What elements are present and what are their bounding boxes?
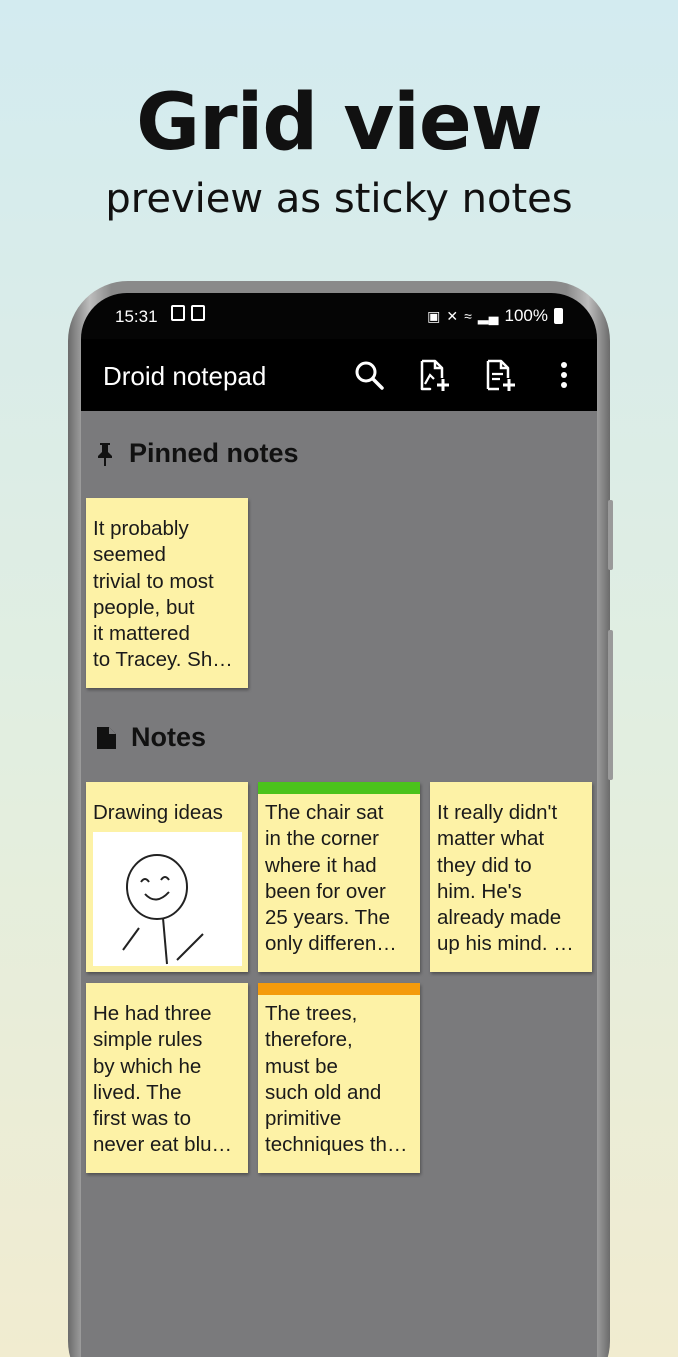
lock-icon: ▣ [427,307,441,324]
note-preview-text: Drawing ideas [93,801,223,824]
app-bar: Droid notepad [81,339,597,411]
note-card[interactable]: It really didn't matter what they did to… [430,782,592,972]
promo-subheadline: preview as sticky notes [105,176,573,222]
notes-section-header: Notes [95,722,206,753]
document-icon [97,726,116,749]
signal-icon: ▂▄ [477,307,499,324]
new-note-icon[interactable] [481,357,517,393]
note-preview-text: The trees, therefore, must be such old a… [265,1002,408,1157]
note-preview-text: It really didn't matter what they did to… [437,801,574,956]
note-card[interactable]: Drawing ideas [86,782,248,972]
wifi-icon: ≈ [464,308,472,324]
notes-section-title: Notes [131,722,207,752]
drawing-thumbnail [93,832,242,966]
pinned-note-card[interactable]: It probably seemed trivial to most peopl… [86,498,248,688]
pin-icon [98,442,112,466]
app-title: Droid notepad [103,361,267,391]
note-card[interactable]: The chair sat in the corner where it had… [258,782,420,972]
search-icon[interactable] [351,357,387,393]
new-drawing-icon[interactable] [415,357,451,393]
note-preview-text: It probably seemed trivial to most peopl… [93,517,233,672]
pinned-section-header: Pinned notes [95,438,299,469]
notification-icon [191,305,205,321]
pinned-section-title: Pinned notes [129,438,299,468]
battery-percent: 100% [504,306,548,325]
note-preview-text: He had three simple rules by which he li… [93,1002,233,1157]
mute-icon: ✕ [446,307,459,324]
phone-side-button [608,500,613,570]
overflow-menu-icon[interactable] [546,357,582,393]
phone-side-button [608,630,613,780]
note-preview-text: The chair sat in the corner where it had… [265,801,397,956]
note-card[interactable]: He had three simple rules by which he li… [86,983,248,1173]
promo-headline: Grid view [136,78,543,168]
status-time: 15:31 [115,307,158,326]
phone-screen: 15:31 ▣ ✕ ≈ ▂▄ 100% Droid notepad Pinned… [81,293,597,1357]
notification-icon [171,305,185,321]
note-color-tag [258,983,420,995]
battery-icon [554,308,563,324]
note-card[interactable]: The trees, therefore, must be such old a… [258,983,420,1173]
note-color-tag [258,782,420,794]
status-bar: 15:31 ▣ ✕ ≈ ▂▄ 100% [81,293,597,339]
